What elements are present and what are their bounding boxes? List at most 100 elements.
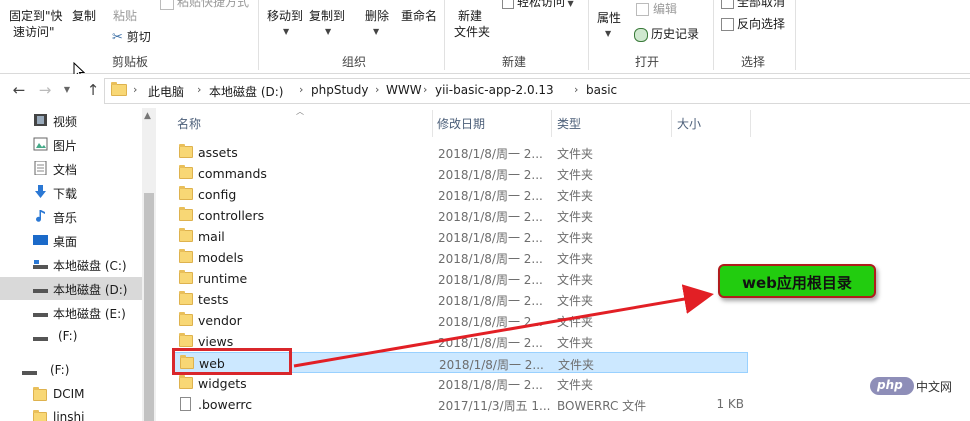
nav-item-videos[interactable]: 视频 [0,109,142,132]
scrollbar-thumb[interactable] [144,193,154,421]
folder-icon [179,312,193,326]
column-header-type[interactable]: 类型 [557,115,581,132]
breadcrumb-phpstudy[interactable]: phpStudy [311,83,369,97]
invert-selection-button[interactable]: 反向选择 [721,16,785,32]
desktop-icon [33,235,48,245]
back-button[interactable]: ← [10,81,28,99]
breadcrumb-this-pc[interactable]: 此电脑 [148,83,184,100]
table-row[interactable]: models 2018/1/8/周一 2... 文件夹 [172,247,748,268]
file-date: 2018/1/8/周一 2... [438,168,543,182]
new-folder-button[interactable]: 新建 文件夹 [454,8,490,40]
nav-label: 文档 [53,163,78,177]
chevron-down-icon: ▼ [373,27,380,36]
documents-icon [34,161,47,175]
column-header-modified[interactable]: 修改日期 [437,115,485,132]
nav-item-dcim[interactable]: DCIM [0,383,142,406]
up-button[interactable]: ↑ [84,81,102,99]
table-row[interactable]: .bowerrc 2017/11/3/周五 1... BOWERRC 文件 1 … [172,394,748,415]
nav-label: 下载 [53,187,78,201]
folder-icon [33,387,47,401]
copy-to-button[interactable]: 复制到 ▼ [309,8,345,40]
nav-item-linshi[interactable]: linshi [0,406,142,421]
folder-icon [179,186,193,200]
nav-item-drive-e[interactable]: 本地磁盘 (E:) [0,301,142,324]
column-header-size[interactable]: 大小 [677,115,701,132]
pin-quick-access-button[interactable]: 固定到"快 速访问" [9,8,63,40]
invert-selection-icon [721,18,734,31]
select-none-button[interactable]: 全部取消 [721,0,785,10]
nav-label: (F:) [50,363,70,377]
column-separator[interactable] [671,110,672,137]
folder-icon [179,375,193,389]
edit-button[interactable]: 编辑 [636,1,677,17]
file-date: 2018/1/8/周一 2... [438,231,543,245]
breadcrumb-separator: › [299,83,304,96]
nav-item-drive-f[interactable]: (F:) [0,325,142,348]
folder-icon [179,291,193,305]
nav-item-pictures[interactable]: 图片 [0,133,142,156]
folder-icon [179,165,193,179]
recent-locations-button[interactable]: ▼ [58,81,76,99]
nav-item-downloads[interactable]: 下载 [0,181,142,204]
cut-button[interactable]: ✂ 剪切 [112,29,151,46]
file-type: 文件夹 [557,147,594,161]
column-separator[interactable] [432,110,433,137]
nav-item-desktop[interactable]: 桌面 [0,229,142,252]
nav-item-documents[interactable]: 文档 [0,157,142,180]
open-group-label: 打开 [635,55,660,69]
scroll-up-arrow-icon[interactable]: ▲ [144,111,151,121]
breadcrumb-basic[interactable]: basic [586,83,617,97]
edit-label: 编辑 [653,2,678,16]
ribbon-separator [444,0,445,70]
easy-access-button[interactable]: 轻松访问 ▼ [502,0,574,12]
select-none-icon [721,0,734,9]
history-button[interactable]: 历史记录 [634,26,699,42]
nav-item-drive-c[interactable]: 本地磁盘 (C:) [0,253,142,276]
delete-button[interactable]: 删除 ▼ [365,8,389,40]
breadcrumb-www[interactable]: WWW [386,83,422,97]
file-type: 文件夹 [557,294,594,308]
breadcrumb-yii-basic-app[interactable]: yii-basic-app-2.0.13 [435,83,554,97]
move-to-button[interactable]: 移动到 ▼ [267,8,303,40]
file-name: models [198,250,244,265]
highlight-box [172,348,292,375]
nav-label: linshi [53,410,85,421]
paste-button[interactable]: 粘贴 [113,8,137,24]
copy-label: 复制 [72,9,97,23]
table-row[interactable]: tests 2018/1/8/周一 2... 文件夹 [172,289,748,310]
ribbon-separator [713,0,714,70]
rename-button[interactable]: 重命名 [401,8,437,24]
table-row[interactable]: commands 2018/1/8/周一 2... 文件夹 [172,163,748,184]
properties-button[interactable]: 属性 ▼ [597,10,621,42]
table-row[interactable]: mail 2018/1/8/周一 2... 文件夹 [172,226,748,247]
copy-button[interactable]: 复制 [72,8,96,24]
folder-icon [179,333,193,347]
table-row[interactable]: config 2018/1/8/周一 2... 文件夹 [172,184,748,205]
file-name: config [198,187,237,202]
file-name: commands [198,166,267,181]
table-row[interactable]: runtime 2018/1/8/周一 2... 文件夹 [172,268,748,289]
table-row[interactable]: controllers 2018/1/8/周一 2... 文件夹 [172,205,748,226]
breadcrumb-drive-d[interactable]: 本地磁盘 (D:) [209,83,283,100]
nav-item-drive-d[interactable]: 本地磁盘 (D:) [0,277,142,300]
nav-item-music[interactable]: 音乐 [0,205,142,228]
column-separator[interactable] [551,110,552,137]
table-row[interactable]: vendor 2018/1/8/周一 2... 文件夹 [172,310,748,331]
forward-button[interactable]: → [36,81,54,99]
column-separator[interactable] [750,110,751,137]
file-date: 2018/1/8/周一 2... [438,252,543,266]
column-header-name[interactable]: 名称 [177,115,201,132]
nav-label: 本地磁盘 (C:) [53,259,127,273]
address-row: ← → ▼ ↑ › 此电脑 › 本地磁盘 (D:) › phpStudy › W… [0,74,970,107]
paste-shortcut-icon [160,0,174,10]
nav-item-drive-f-root[interactable]: (F:) [0,359,142,382]
easy-access-icon [502,0,514,9]
scissors-icon: ✂ [112,30,123,45]
file-name: views [198,334,234,349]
table-row[interactable]: assets 2018/1/8/周一 2... 文件夹 [172,142,748,163]
table-row[interactable]: widgets 2018/1/8/周一 2... 文件夹 [172,373,748,394]
nav-pane-scrollbar[interactable]: ▲ [142,108,156,421]
drive-icon [33,313,48,317]
address-bar[interactable]: › 此电脑 › 本地磁盘 (D:) › phpStudy › WWW › yii… [104,78,970,104]
paste-shortcut-button[interactable]: 粘贴快捷方式 [160,0,249,10]
